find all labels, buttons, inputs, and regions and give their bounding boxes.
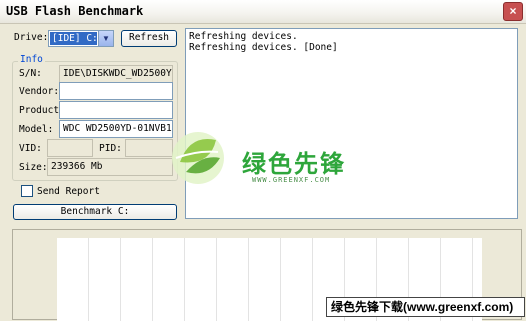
drive-label: Drive: bbox=[14, 32, 49, 43]
grid-line bbox=[120, 238, 121, 321]
drive-selected-value: [IDE] C:\ bbox=[50, 32, 97, 45]
grid-line bbox=[88, 238, 89, 321]
grid-line bbox=[312, 238, 313, 321]
size-field: 239366 Mb bbox=[47, 158, 173, 176]
send-report-label: Send Report bbox=[37, 186, 100, 197]
title-bar: USB Flash Benchmark × bbox=[0, 0, 526, 24]
watermark-url: WWW.GREENXF.COM bbox=[252, 176, 331, 184]
app-window: USB Flash Benchmark × Drive: [IDE] C:\ ▼… bbox=[0, 0, 526, 321]
grid-line bbox=[152, 238, 153, 321]
vid-label: VID: bbox=[19, 143, 42, 154]
sn-label: S/N: bbox=[19, 68, 42, 79]
product-field[interactable] bbox=[59, 101, 173, 119]
pid-label: PID: bbox=[99, 143, 122, 154]
pid-field bbox=[125, 139, 173, 157]
vid-field bbox=[47, 139, 93, 157]
sn-field: IDE\DISKWDC_WD2500YD-01NV bbox=[59, 65, 173, 83]
refresh-button[interactable]: Refresh bbox=[121, 30, 177, 47]
grid-line bbox=[248, 238, 249, 321]
grid-line bbox=[184, 238, 185, 321]
vendor-label: Vendor: bbox=[19, 86, 60, 97]
drive-select[interactable]: [IDE] C:\ ▼ bbox=[48, 30, 114, 47]
chevron-down-icon[interactable]: ▼ bbox=[98, 31, 113, 46]
grid-line bbox=[216, 238, 217, 321]
send-report-checkbox[interactable] bbox=[21, 185, 33, 197]
info-group-title: Info bbox=[18, 54, 45, 65]
close-button[interactable]: × bbox=[503, 2, 523, 21]
product-label: Product: bbox=[19, 105, 65, 116]
benchmark-button[interactable]: Benchmark C: bbox=[13, 204, 177, 220]
vendor-field[interactable] bbox=[59, 82, 173, 100]
site-banner: 绿色先锋下载(www.greenxf.com) bbox=[326, 297, 525, 317]
model-label: Model: bbox=[19, 124, 54, 135]
watermark-brand: 绿色先锋 bbox=[242, 150, 346, 178]
log-line: Refreshing devices. bbox=[189, 31, 298, 42]
log-line: Refreshing devices. [Done] bbox=[189, 42, 338, 53]
window-title: USB Flash Benchmark bbox=[6, 4, 144, 18]
size-label: Size: bbox=[19, 162, 48, 173]
grid-line bbox=[280, 238, 281, 321]
log-output[interactable]: Refreshing devices. Refreshing devices. … bbox=[185, 28, 518, 219]
model-field[interactable]: WDC WD2500YD-01NVB1 bbox=[59, 120, 173, 138]
